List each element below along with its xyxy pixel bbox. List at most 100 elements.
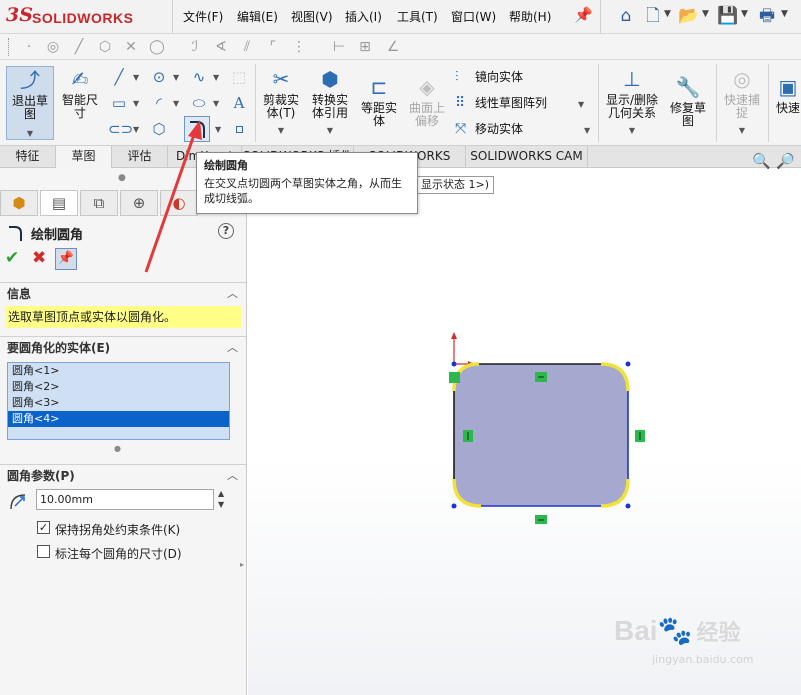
- print-icon[interactable]: 🖶: [755, 5, 779, 27]
- chevron-down-icon[interactable]: ▼: [133, 99, 139, 108]
- arc-icon[interactable]: ◯: [148, 38, 166, 56]
- open-folder-icon[interactable]: 📂: [677, 5, 701, 27]
- tab-feature-tree[interactable]: ⬢: [0, 190, 38, 216]
- tab-features[interactable]: 特征: [0, 146, 56, 168]
- chevron-down-icon[interactable]: ▼: [601, 124, 663, 137]
- sketch-region[interactable]: [454, 364, 628, 506]
- pushpin-button[interactable]: 📌: [55, 248, 77, 270]
- text-icon[interactable]: A: [228, 92, 250, 114]
- parallel-icon[interactable]: ⫽: [238, 38, 256, 56]
- horizontal-dimension-icon[interactable]: ⊢: [330, 38, 348, 56]
- slot-icon[interactable]: ⊂⊃: [108, 118, 133, 140]
- circle-icon[interactable]: ◎: [44, 38, 62, 56]
- dimension-each-checkbox[interactable]: [37, 545, 50, 558]
- rectangle-icon[interactable]: ▭: [108, 92, 130, 114]
- chevron-down-icon[interactable]: ▼: [133, 73, 139, 82]
- chevron-down-icon[interactable]: ▼: [702, 9, 709, 19]
- radius-stepper[interactable]: ▲ ▼: [218, 488, 224, 510]
- angle-dimension-icon[interactable]: ∠: [384, 38, 402, 56]
- line-icon[interactable]: ╱: [108, 66, 130, 88]
- tab-sketch[interactable]: 草图: [56, 146, 112, 168]
- resize-handle[interactable]: ●: [114, 444, 121, 453]
- coincident-constraint-icon[interactable]: [449, 372, 460, 383]
- chevron-down-icon[interactable]: ▼: [578, 100, 584, 109]
- ok-button[interactable]: ✔: [5, 248, 19, 268]
- breadcrumb[interactable]: 显示状态 1>): [416, 176, 495, 194]
- line-icon[interactable]: ╱: [70, 38, 88, 56]
- point-icon[interactable]: ·: [20, 38, 38, 56]
- chevron-down-icon[interactable]: ▼: [213, 99, 219, 108]
- corner-icon[interactable]: ⌜: [264, 38, 282, 56]
- chevron-up-icon[interactable]: ︿: [227, 283, 238, 305]
- sketch-point[interactable]: [625, 361, 631, 367]
- params-section-header[interactable]: 圆角参数(P) ︿: [0, 464, 246, 486]
- circle-icon[interactable]: ⊙: [148, 66, 170, 88]
- chevron-down-icon[interactable]: ▼: [215, 125, 221, 134]
- menu-insert[interactable]: 插入(I): [345, 8, 382, 25]
- pin-icon[interactable]: 📌: [574, 6, 593, 24]
- point-icon[interactable]: [236, 126, 243, 133]
- menu-window[interactable]: 窗口(W): [451, 8, 496, 25]
- sketch-point[interactable]: [451, 503, 457, 509]
- chevron-down-icon[interactable]: ▼: [781, 9, 788, 19]
- chevron-down-icon[interactable]: ▼: [258, 124, 304, 137]
- linear-pattern-button[interactable]: ⠿ 线性草图阵列: [455, 94, 547, 111]
- new-document-icon[interactable]: 🗋: [641, 5, 665, 27]
- spline-icon[interactable]: ∿: [188, 66, 210, 88]
- quick-view-button[interactable]: ▣ 快速: [770, 74, 801, 115]
- chevron-up-icon[interactable]: ︿: [227, 337, 238, 359]
- list-item[interactable]: 圆角<1>: [8, 363, 229, 379]
- splitter-handle[interactable]: ▸: [240, 560, 248, 584]
- sketch-drawing[interactable]: [438, 324, 648, 524]
- chevron-up-icon[interactable]: ︿: [227, 465, 238, 487]
- offset-entities-button[interactable]: ⊏ 等距实 体: [356, 74, 402, 128]
- tab-configuration-manager[interactable]: ⧉: [80, 190, 118, 216]
- chevron-down-icon[interactable]: ▼: [213, 73, 219, 82]
- entities-listbox[interactable]: 圆角<1> 圆角<2> 圆角<3> 圆角<4>: [7, 362, 230, 440]
- sketch-point[interactable]: [451, 361, 457, 367]
- tab-property-manager[interactable]: ▤: [40, 190, 78, 216]
- chevron-down-icon[interactable]: ▼: [7, 127, 53, 140]
- polygon-icon[interactable]: ⬡: [96, 38, 114, 56]
- angle-icon[interactable]: ∢: [212, 38, 230, 56]
- fillet-sketch-icon[interactable]: ℐ: [186, 38, 204, 56]
- menu-tools[interactable]: 工具(T): [397, 8, 438, 25]
- chevron-down-icon[interactable]: ▼: [133, 125, 139, 134]
- keep-constraints-checkbox[interactable]: ✓: [37, 521, 50, 534]
- graphics-area[interactable]: 显示状态 1>) 🔍 🔎 Bai🐾 经验 jingyan.baidu.com: [248, 152, 801, 695]
- convert-entities-button[interactable]: ⬢ 转换实 体引用 ▼: [306, 66, 354, 137]
- menu-file[interactable]: 文件(F): [183, 8, 223, 25]
- zoom-area-icon[interactable]: 🔎: [776, 152, 795, 170]
- chevron-down-icon[interactable]: ▼: [741, 9, 748, 19]
- cancel-button[interactable]: ✖: [32, 248, 46, 268]
- entities-section-header[interactable]: 要圆角化的实体(E) ︿: [0, 336, 246, 358]
- trim-entities-button[interactable]: ✂ 剪裁实 体(T) ▼: [258, 66, 304, 137]
- chevron-down-icon[interactable]: ▼: [173, 99, 179, 108]
- list-item[interactable]: 圆角<2>: [8, 379, 229, 395]
- smart-dimension-button[interactable]: ✍ 智能尺 寸: [56, 66, 104, 126]
- home-icon[interactable]: ⌂: [614, 5, 638, 27]
- collapse-handle[interactable]: ●: [118, 173, 126, 183]
- sketch-point[interactable]: [625, 503, 631, 509]
- chevron-down-icon[interactable]: ▼: [173, 73, 179, 82]
- ellipse-icon[interactable]: ⬭: [188, 92, 210, 114]
- grid-icon[interactable]: ⊞: [356, 38, 374, 56]
- help-button[interactable]: ?: [218, 223, 234, 239]
- menu-help[interactable]: 帮助(H): [509, 8, 551, 25]
- info-section-header[interactable]: 信息 ︿: [0, 282, 246, 304]
- tab-cam[interactable]: SOLIDWORKS CAM: [466, 146, 588, 168]
- move-entities-button[interactable]: ⤧ 移动实体: [455, 120, 523, 137]
- mirror-entities-button[interactable]: ⫶ 镜向实体: [455, 68, 523, 85]
- menu-edit[interactable]: 编辑(E): [237, 8, 278, 25]
- list-item-selected[interactable]: 圆角<4>: [8, 411, 229, 427]
- centerline-icon[interactable]: ⋮: [290, 38, 308, 56]
- repair-sketch-button[interactable]: 🔧 修复草 图: [665, 74, 711, 128]
- chevron-down-icon[interactable]: ▼: [664, 9, 671, 19]
- zoom-to-fit-icon[interactable]: 🔍: [752, 152, 771, 170]
- list-item[interactable]: 圆角<3>: [8, 395, 229, 411]
- chevron-down-icon[interactable]: ▼: [584, 126, 590, 135]
- chevron-down-icon[interactable]: ▼: [306, 124, 354, 137]
- menu-view[interactable]: 视图(V): [291, 8, 333, 25]
- radius-input[interactable]: 10.00mm: [36, 489, 214, 510]
- trim-icon[interactable]: ✕: [122, 38, 140, 56]
